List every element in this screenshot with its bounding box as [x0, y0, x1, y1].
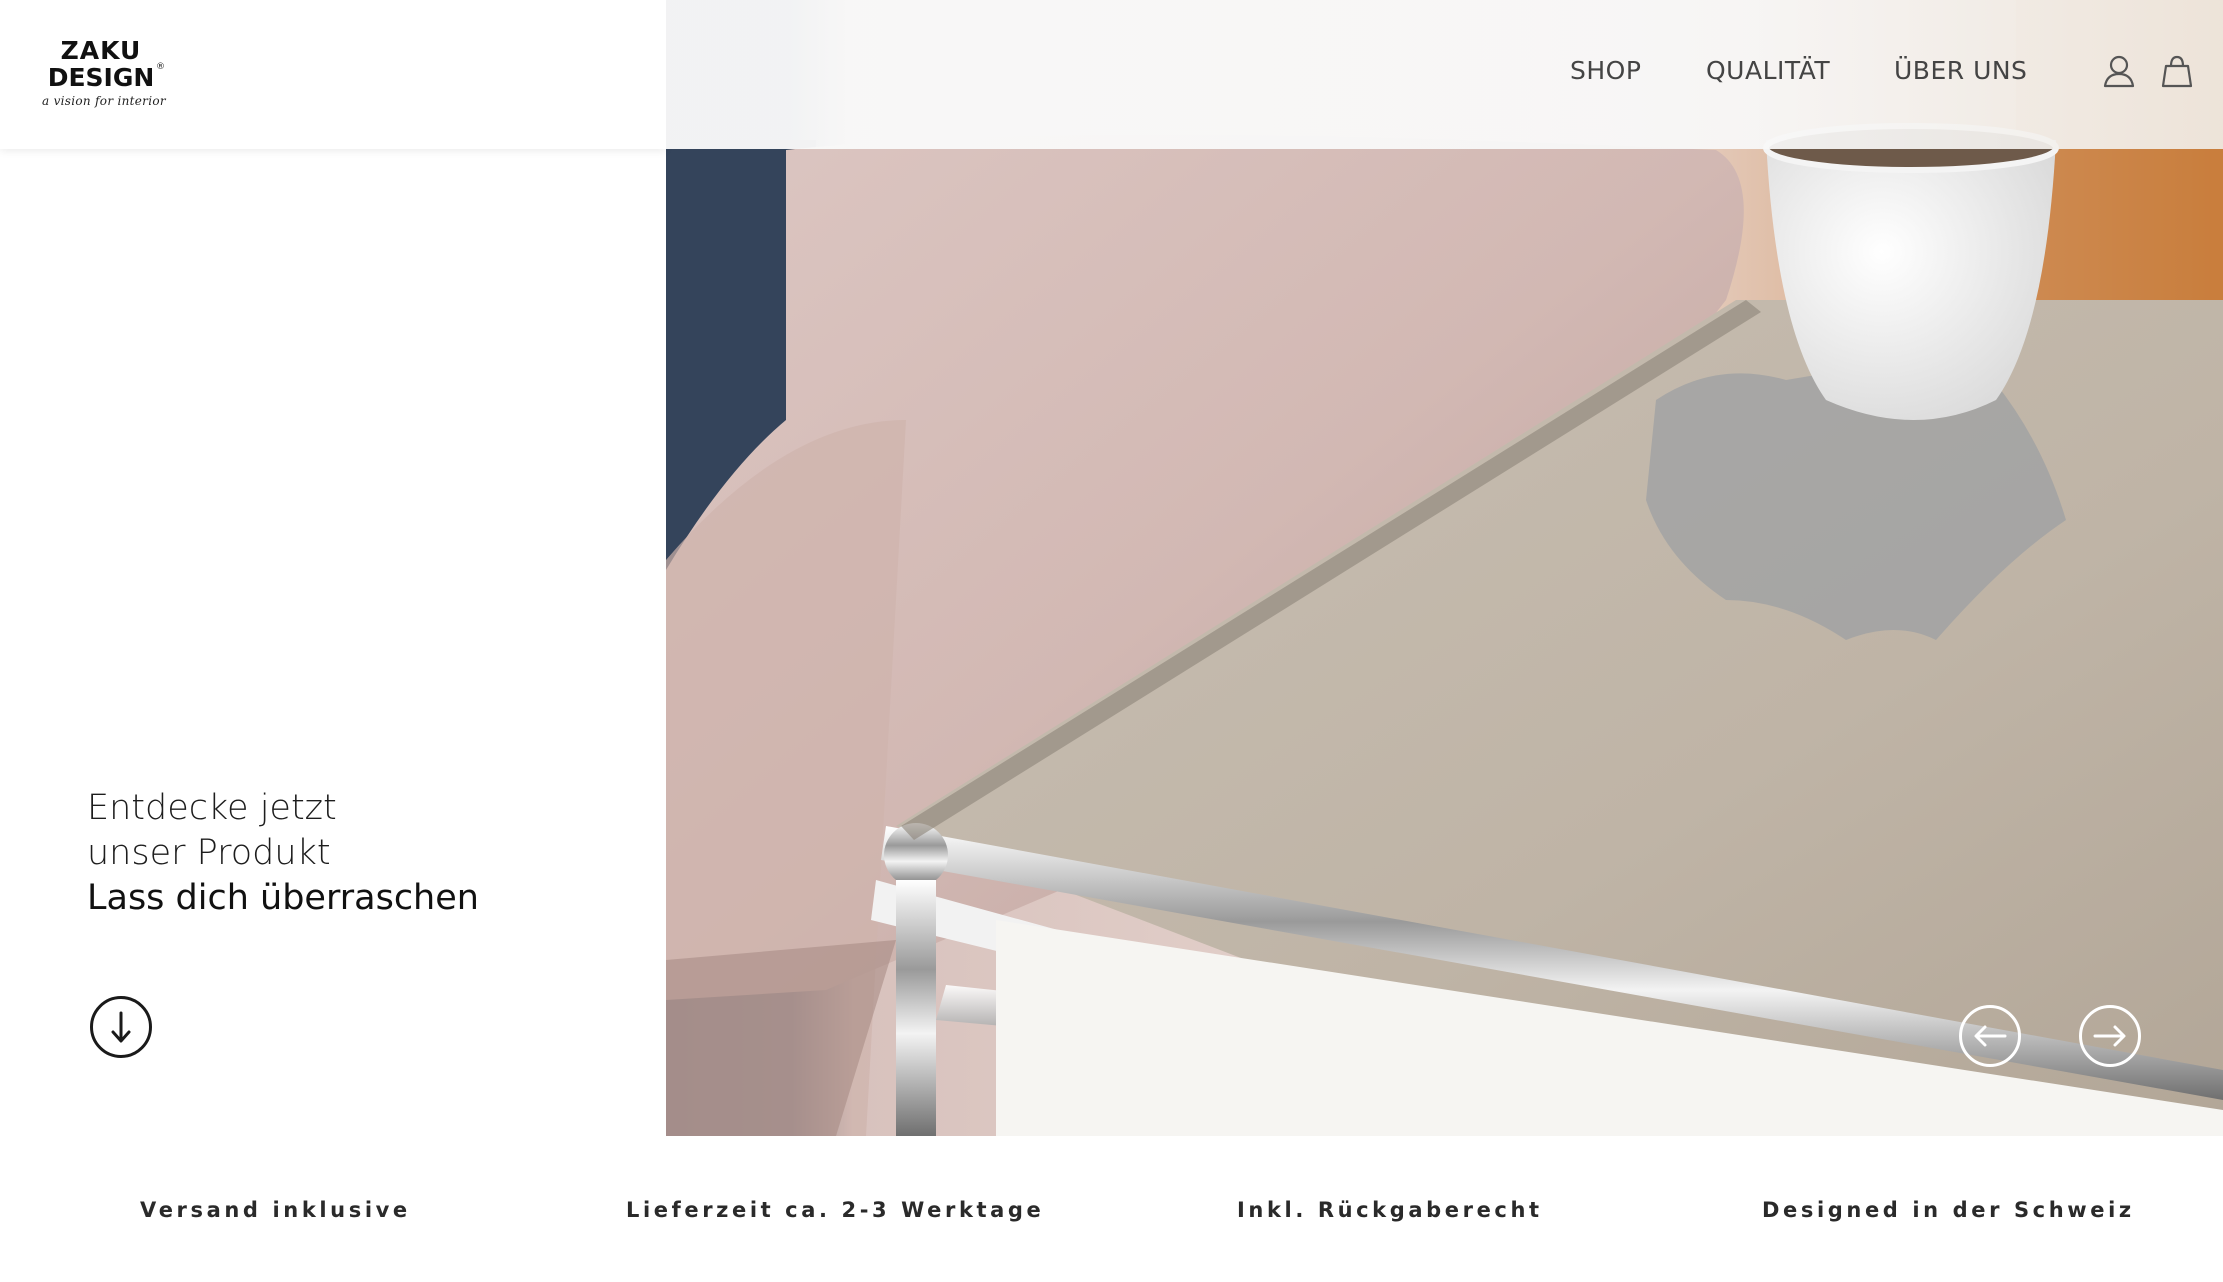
- arrow-left-icon: [1974, 1025, 2007, 1047]
- logo-line2: DESIGN: [47, 63, 155, 92]
- slider-prev-button[interactable]: [1959, 1005, 2021, 1067]
- hero-line-1: Entdecke jetzt: [87, 788, 337, 828]
- hero-intro: Entdecke jetzt unser Produkt Lass dich ü…: [87, 786, 479, 921]
- feature-designed-schweiz: Designed in der Schweiz: [1762, 1198, 2135, 1222]
- feature-rueckgaberecht: Inkl. Rückgaberecht: [1237, 1198, 1543, 1222]
- brand-logo[interactable]: ZAKU DESIGN ® a vision for interior: [42, 38, 172, 114]
- nav-ueber-uns-link[interactable]: ÜBER UNS: [1894, 56, 2027, 85]
- account-button[interactable]: [2102, 54, 2136, 88]
- scroll-down-button[interactable]: [90, 996, 152, 1058]
- page: ZAKU DESIGN ® a vision for interior SHOP…: [0, 0, 2223, 1282]
- arrow-right-icon: [2093, 1025, 2126, 1047]
- user-icon: [2103, 55, 2135, 88]
- logo-tagline: a vision for interior: [42, 94, 166, 108]
- hero-scene: [666, 0, 2223, 1136]
- nav-qualitaet-link[interactable]: QUALITÄT: [1706, 56, 1830, 85]
- hero-line-3: Lass dich überraschen: [87, 878, 479, 918]
- feature-versand: Versand inklusive: [140, 1198, 411, 1222]
- feature-lieferzeit: Lieferzeit ca. 2-3 Werktage: [626, 1198, 1045, 1222]
- shopping-bag-icon: [2161, 55, 2193, 88]
- hero-image: [666, 0, 2223, 1136]
- logo-panel: ZAKU DESIGN ® a vision for interior: [0, 0, 666, 149]
- cart-button[interactable]: [2160, 54, 2194, 88]
- nav-shop-link[interactable]: SHOP: [1570, 56, 1641, 85]
- slider-next-button[interactable]: [2079, 1005, 2141, 1067]
- feature-bar: Versand inklusive Lieferzeit ca. 2-3 Wer…: [0, 1136, 2223, 1282]
- logo-line1: ZAKU: [60, 36, 142, 65]
- hero-line-2: unser Produkt: [87, 833, 331, 873]
- arrow-down-icon: [111, 1011, 131, 1043]
- logo-registered: ®: [156, 62, 165, 72]
